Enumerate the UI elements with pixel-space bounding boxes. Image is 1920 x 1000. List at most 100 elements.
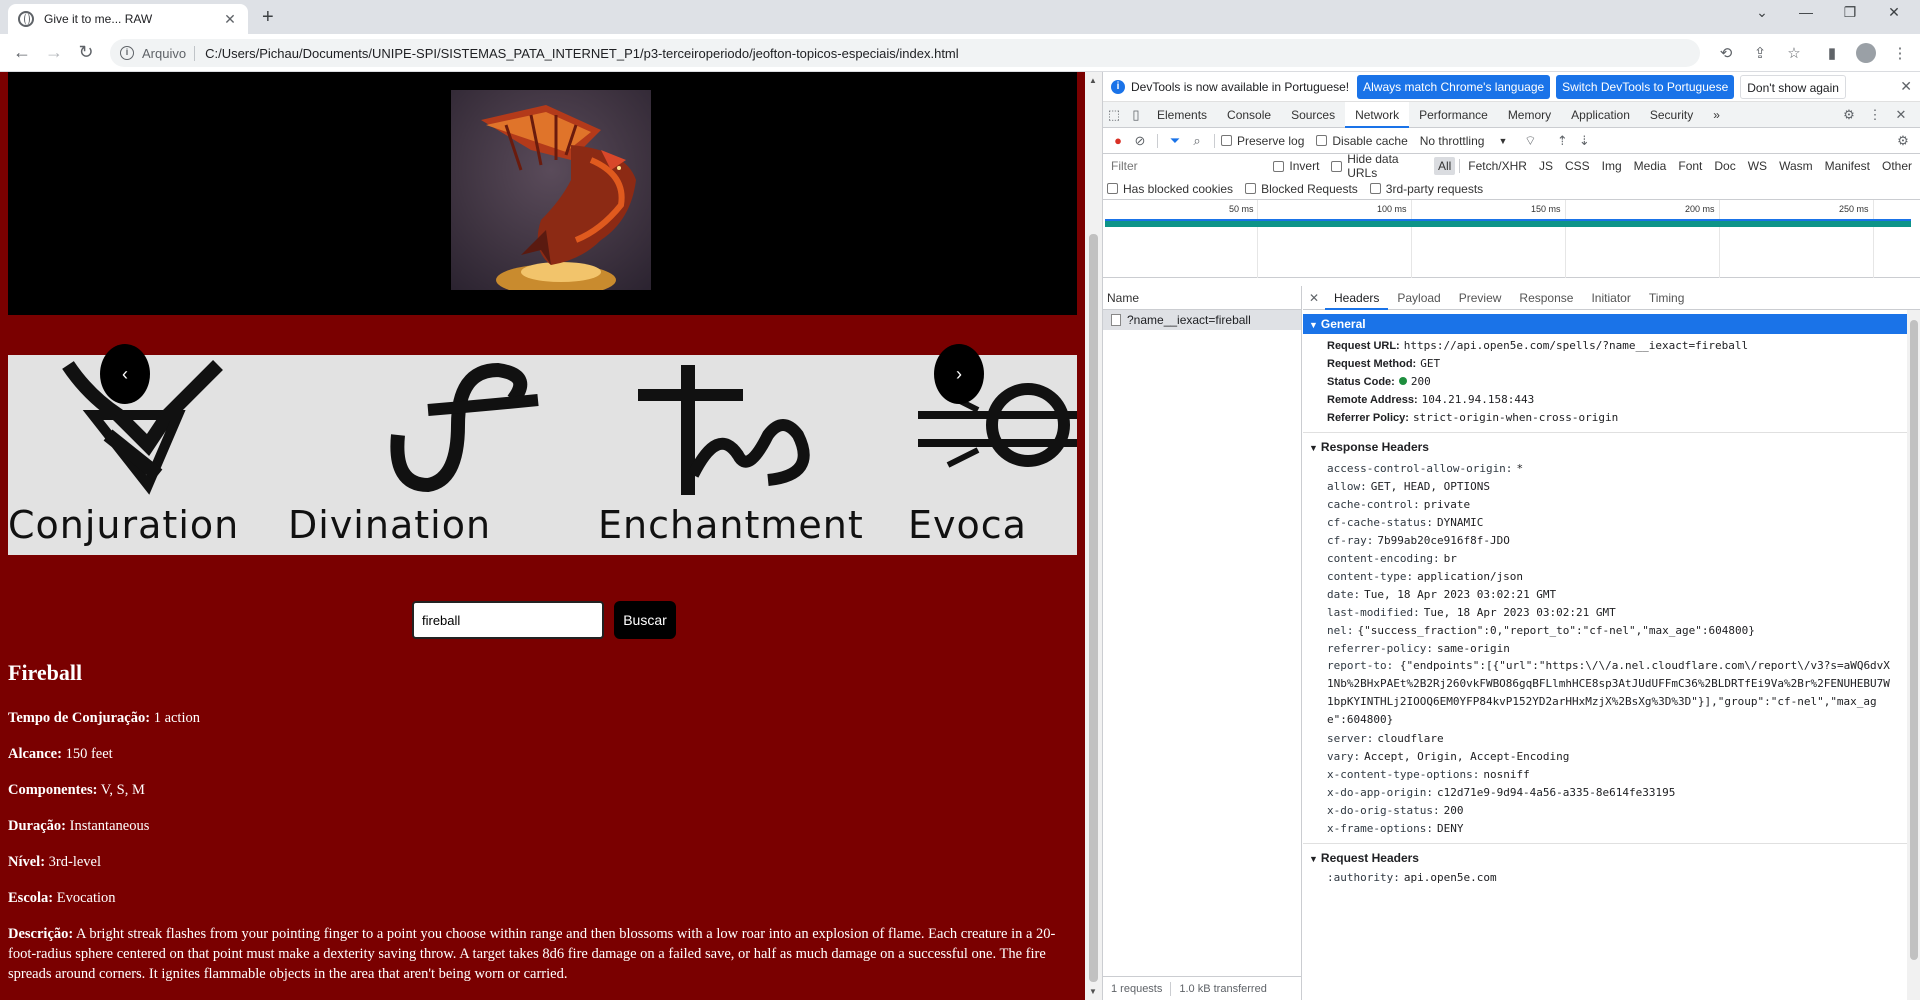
throttling-select[interactable]: No throttling ▼	[1420, 134, 1508, 148]
search-button[interactable]: Buscar	[614, 601, 676, 639]
inspect-icon[interactable]: ⬚	[1103, 107, 1125, 123]
scroll-down-icon[interactable]: ▼	[1089, 987, 1097, 996]
network-conditions-icon[interactable]: ⌔	[1519, 133, 1541, 149]
filter-type-manifest[interactable]: Manifest	[1821, 157, 1874, 175]
filter-type-fetch[interactable]: Fetch/XHR	[1464, 157, 1531, 175]
schools-carousel[interactable]: Conjuration Divination Enchantment Evoca	[8, 355, 1077, 555]
share-icon[interactable]: ⇪	[1750, 44, 1770, 62]
request-headers-section-header[interactable]: ▼ Request Headers	[1303, 848, 1907, 868]
invert-checkbox[interactable]: Invert	[1273, 159, 1319, 173]
profile-avatar[interactable]	[1856, 43, 1876, 63]
bookmark-star-icon[interactable]: ☆	[1784, 44, 1804, 62]
scrollbar-thumb[interactable]	[1089, 234, 1098, 982]
tab-memory[interactable]: Memory	[1498, 102, 1561, 128]
reload-icon[interactable]: ↻	[74, 42, 98, 62]
tab-response[interactable]: Response	[1510, 286, 1582, 310]
close-detail-icon[interactable]: ✕	[1303, 291, 1325, 305]
address-url[interactable]: C:/Users/Pichau/Documents/UNIPE-SPI/SIST…	[205, 46, 959, 61]
translate-icon[interactable]: ⟲	[1716, 44, 1736, 62]
switch-language-button[interactable]: Switch DevTools to Portuguese	[1556, 74, 1735, 99]
match-language-button[interactable]: Always match Chrome's language	[1357, 74, 1551, 99]
settings-gear-icon[interactable]: ⚙	[1838, 107, 1860, 123]
filter-type-js[interactable]: JS	[1535, 157, 1557, 175]
export-har-icon[interactable]: ⇣	[1573, 133, 1595, 149]
tab-application[interactable]: Application	[1561, 102, 1640, 128]
minimize-button[interactable]: —	[1786, 4, 1826, 20]
tab-security[interactable]: Security	[1640, 102, 1703, 128]
filter-type-wasm[interactable]: Wasm	[1775, 157, 1817, 175]
menu-kebab-icon[interactable]: ⋮	[1890, 44, 1910, 62]
network-status-bar: 1 requests 1.0 kB transferred	[1103, 976, 1302, 1000]
filter-type-img[interactable]: Img	[1598, 157, 1626, 175]
info-icon[interactable]: i	[120, 46, 134, 60]
general-section-header[interactable]: ▼ General	[1303, 314, 1907, 334]
filter-icon[interactable]: ⏷	[1164, 133, 1186, 149]
tab-network[interactable]: Network	[1345, 101, 1410, 128]
close-devtools-icon[interactable]: ✕	[1890, 107, 1912, 123]
network-toolbar: ● ⊘ ⏷ ⌕ Preserve log Disable cache No th…	[1103, 128, 1920, 154]
request-row[interactable]: ?name__iexact=fireball	[1103, 310, 1301, 330]
filter-type-css[interactable]: CSS	[1561, 157, 1594, 175]
blocked-requests-checkbox[interactable]: Blocked Requests	[1245, 182, 1358, 196]
preserve-log-checkbox[interactable]: Preserve log	[1221, 134, 1304, 148]
filter-type-media[interactable]: Media	[1630, 157, 1671, 175]
tab-payload[interactable]: Payload	[1388, 286, 1449, 310]
page-viewport: Conjuration Divination Enchantment Evoca…	[0, 72, 1102, 1000]
blocked-cookies-checkbox[interactable]: Has blocked cookies	[1107, 182, 1233, 196]
search-icon[interactable]: ⌕	[1186, 133, 1208, 149]
new-tab-button[interactable]: +	[262, 6, 274, 29]
clear-icon[interactable]: ⊘	[1129, 133, 1151, 149]
response-headers-section-header[interactable]: ▼ Response Headers	[1303, 437, 1907, 457]
tab-initiator[interactable]: Initiator	[1582, 286, 1639, 310]
network-settings-icon[interactable]: ⚙	[1892, 133, 1914, 149]
disable-cache-checkbox[interactable]: Disable cache	[1316, 134, 1408, 148]
carousel-next-button[interactable]: ›	[934, 344, 984, 404]
tab-search-icon[interactable]: ⌄	[1742, 4, 1782, 21]
forward-icon[interactable]: →	[42, 42, 66, 62]
dragon-image	[451, 90, 651, 290]
detail-scrollbar[interactable]	[1907, 310, 1920, 1000]
filter-type-ws[interactable]: WS	[1744, 157, 1771, 175]
header-row: content-encoding: br	[1327, 552, 1457, 565]
scrollbar-thumb[interactable]	[1910, 320, 1918, 960]
tab-elements[interactable]: Elements	[1147, 102, 1217, 128]
tab-headers[interactable]: Headers	[1325, 286, 1389, 310]
filter-input[interactable]	[1107, 156, 1274, 176]
back-icon[interactable]: ←	[10, 42, 34, 62]
browser-tab[interactable]: Give it to me... RAW ✕	[8, 4, 248, 34]
spell-range: Alcance: 150 feet	[8, 746, 113, 762]
device-toggle-icon[interactable]: ▯	[1125, 107, 1147, 123]
scroll-up-icon[interactable]: ▲	[1089, 76, 1097, 85]
maximize-button[interactable]: ❐	[1830, 4, 1870, 21]
tab-console[interactable]: Console	[1217, 102, 1281, 128]
filter-type-doc[interactable]: Doc	[1710, 157, 1739, 175]
third-party-checkbox[interactable]: 3rd-party requests	[1369, 182, 1483, 196]
page-scrollbar[interactable]: ▲ ▼	[1085, 72, 1102, 1000]
filter-type-all[interactable]: All	[1433, 157, 1456, 175]
hide-data-urls-checkbox[interactable]: Hide data URLs	[1331, 152, 1430, 180]
timeline-tick-label: 200 ms	[1685, 204, 1715, 214]
record-icon[interactable]: ●	[1107, 133, 1129, 148]
filter-type-font[interactable]: Font	[1674, 157, 1706, 175]
more-tabs-icon[interactable]: »	[1703, 102, 1730, 128]
carousel-prev-button[interactable]: ‹	[100, 344, 150, 404]
filter-type-other[interactable]: Other	[1878, 157, 1916, 175]
address-scheme: Arquivo	[142, 45, 196, 61]
spell-search-input[interactable]	[412, 601, 604, 639]
tab-timing[interactable]: Timing	[1640, 286, 1694, 310]
side-panel-icon[interactable]: ▮	[1822, 44, 1842, 62]
close-infobar-icon[interactable]: ✕	[1900, 78, 1912, 95]
request-list: Name ?name__iexact=fireball 1 requests 1…	[1103, 286, 1302, 1000]
network-overview-timeline[interactable]: 50 ms 100 ms 150 ms 200 ms 250 ms	[1103, 200, 1920, 278]
tab-sources[interactable]: Sources	[1281, 102, 1345, 128]
name-column-header[interactable]: Name	[1103, 286, 1301, 310]
devtools-menu-icon[interactable]: ⋮	[1864, 107, 1886, 123]
dont-show-again-button[interactable]: Don't show again	[1740, 74, 1846, 99]
tab-preview[interactable]: Preview	[1450, 286, 1511, 310]
address-bar[interactable]: i Arquivo C:/Users/Pichau/Documents/UNIP…	[110, 39, 1700, 67]
request-count: 1 requests	[1111, 982, 1163, 995]
close-window-button[interactable]: ✕	[1874, 4, 1914, 21]
tab-performance[interactable]: Performance	[1409, 102, 1498, 128]
import-har-icon[interactable]: ⇡	[1551, 133, 1573, 149]
close-tab-icon[interactable]: ✕	[222, 11, 238, 28]
